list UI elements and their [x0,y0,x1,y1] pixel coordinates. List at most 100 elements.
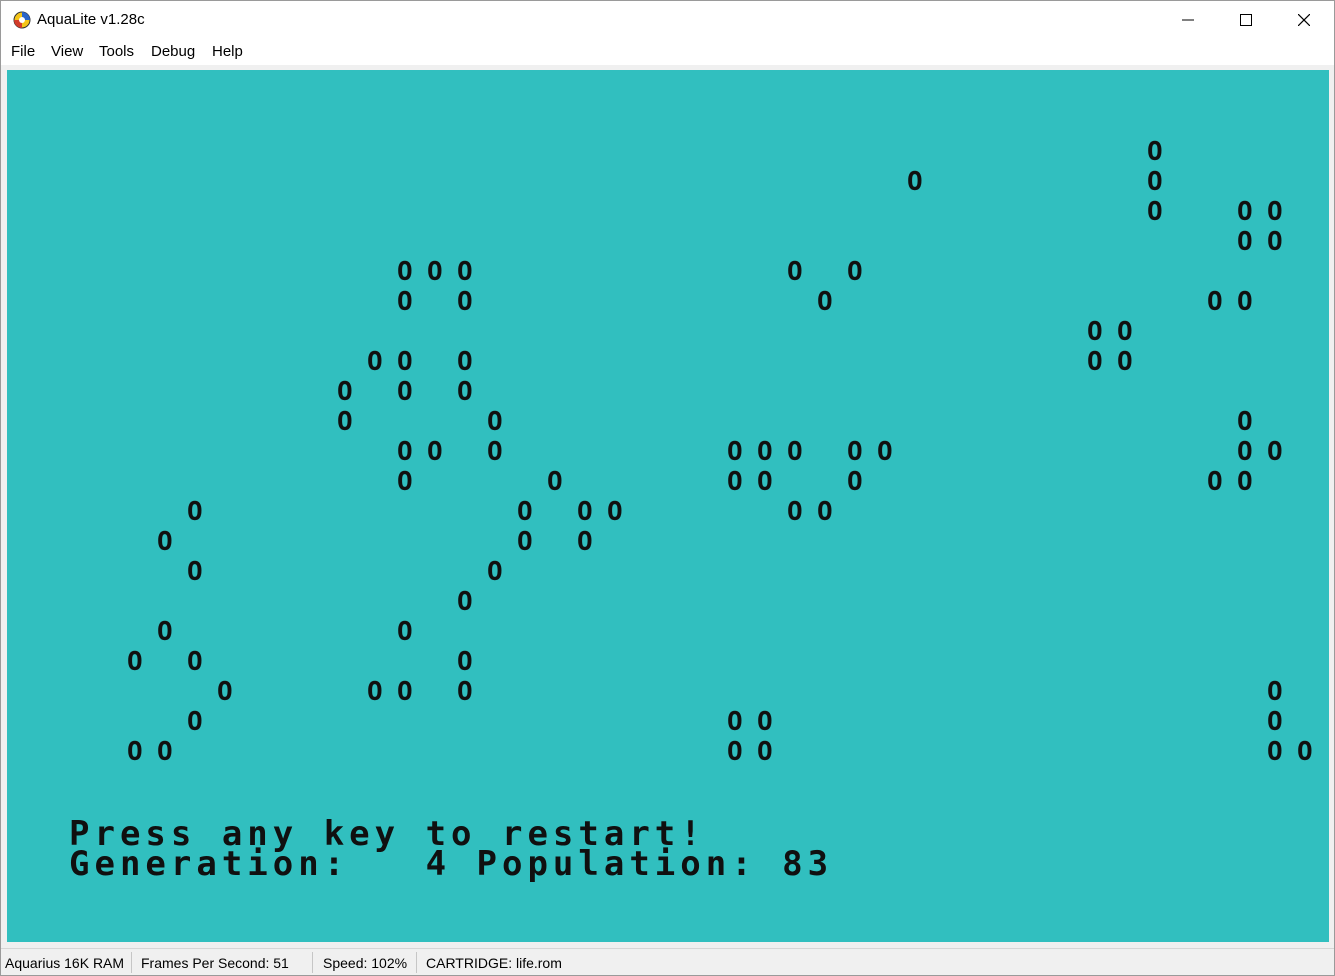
menu-bar: File View Tools Debug Help [1,39,1334,65]
life-cell: O [847,257,863,287]
life-cell: O [487,407,503,437]
life-cell: O [1267,677,1283,707]
close-button[interactable] [1275,1,1333,39]
life-cell: O [727,707,743,737]
life-cell: O [1267,737,1283,767]
life-cell: O [1237,437,1253,467]
status-cartridge: CARTRIDGE: life.rom [426,955,562,971]
menu-file[interactable]: File [11,43,35,60]
life-board: OOOOOOOOOOOOOOOOOOOOOOOOOOOOOOOOOOOOOOOO… [7,70,1329,942]
life-cell: O [367,677,383,707]
menu-help[interactable]: Help [212,43,243,60]
life-cell: O [457,257,473,287]
life-cell: O [1207,287,1223,317]
menu-tools[interactable]: Tools [99,43,134,60]
life-cell: O [157,527,173,557]
life-cell: O [1117,347,1133,377]
life-cell: O [397,677,413,707]
life-cell: O [397,617,413,647]
life-cell: O [577,497,593,527]
life-cell: O [1237,227,1253,257]
menu-view[interactable]: View [51,43,83,60]
status-ram: Aquarius 16K RAM [5,955,125,971]
life-cell: O [877,437,893,467]
generation-population-readout: Generation: 4 Population: 83 [69,844,834,884]
life-cell: O [787,437,803,467]
window-title: AquaLite v1.28c [37,11,145,28]
life-cell: O [1117,317,1133,347]
life-cell: O [1147,137,1163,167]
status-fps: Frames Per Second: 51 [141,955,289,971]
life-cell: O [1267,227,1283,257]
life-cell: O [127,737,143,767]
life-cell: O [757,467,773,497]
life-cell: O [817,287,833,317]
life-cell: O [457,347,473,377]
life-cell: O [727,437,743,467]
life-cell: O [757,707,773,737]
life-cell: O [217,677,233,707]
life-cell: O [1237,287,1253,317]
life-cell: O [787,497,803,527]
life-cell: O [517,527,533,557]
status-divider [416,952,417,973]
minimize-button[interactable] [1159,1,1217,39]
title-bar[interactable]: AquaLite v1.28c [1,1,1334,39]
life-cell: O [1087,317,1103,347]
life-cell: O [187,707,203,737]
life-cell: O [547,467,563,497]
life-cell: O [907,167,923,197]
life-cell: O [1297,737,1313,767]
status-speed: Speed: 102% [323,955,408,971]
life-cell: O [487,437,503,467]
life-cell: O [337,407,353,437]
life-cell: O [487,557,503,587]
life-cell: O [157,617,173,647]
life-cell: O [757,737,773,767]
life-cell: O [457,377,473,407]
life-cell: O [427,257,443,287]
life-cell: O [1237,197,1253,227]
minimize-icon [1182,19,1194,21]
life-cell: O [1237,467,1253,497]
life-cell: O [1237,407,1253,437]
status-bar: Aquarius 16K RAM Frames Per Second: 51 S… [1,948,1334,975]
life-cell: O [367,347,383,377]
life-cell: O [817,497,833,527]
app-window: AquaLite v1.28c File View Tools Debug He… [0,0,1335,976]
life-cell: O [1147,167,1163,197]
life-cell: O [757,437,773,467]
life-cell: O [1267,437,1283,467]
life-cell: O [457,587,473,617]
life-cell: O [397,347,413,377]
life-cell: O [187,497,203,527]
menu-debug[interactable]: Debug [151,43,195,60]
life-cell: O [397,467,413,497]
life-cell: O [457,287,473,317]
life-cell: O [577,527,593,557]
life-cell: O [397,377,413,407]
life-cell: O [457,677,473,707]
life-cell: O [1147,197,1163,227]
maximize-button[interactable] [1217,1,1275,39]
aqualite-logo-icon [13,11,31,29]
life-cell: O [847,437,863,467]
life-cell: O [397,287,413,317]
life-cell: O [397,257,413,287]
life-cell: O [607,497,623,527]
life-cell: O [1207,467,1223,497]
life-cell: O [517,497,533,527]
life-cell: O [187,647,203,677]
life-cell: O [127,647,143,677]
life-cell: O [427,437,443,467]
maximize-icon [1240,14,1252,26]
life-cell: O [1087,347,1103,377]
emulator-screen[interactable]: OOOOOOOOOOOOOOOOOOOOOOOOOOOOOOOOOOOOOOOO… [7,70,1329,942]
life-cell: O [727,737,743,767]
life-cell: O [1267,197,1283,227]
status-divider [131,952,132,973]
close-icon [1298,14,1310,26]
life-cell: O [187,557,203,587]
life-cell: O [787,257,803,287]
life-cell: O [727,467,743,497]
